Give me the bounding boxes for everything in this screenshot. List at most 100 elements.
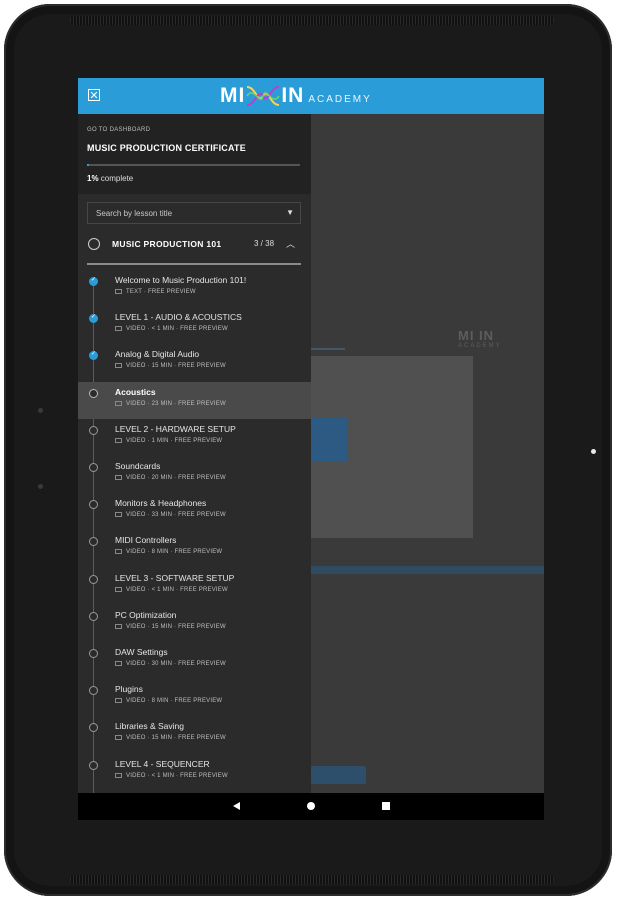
logo-text-left: MI <box>220 84 246 107</box>
lesson-title: PC Optimization <box>115 609 177 620</box>
bg-logo-sub: ACADEMY <box>458 343 502 349</box>
lesson-meta-text: TEXT · FREE PREVIEW <box>126 289 196 295</box>
video-icon <box>115 437 122 443</box>
lesson-title: LEVEL 2 - HARDWARE SETUP <box>115 423 236 434</box>
section-divider <box>87 263 301 265</box>
lesson-title: Monitors & Headphones <box>115 498 207 509</box>
lesson-status-dot-icon <box>89 649 98 658</box>
lesson-meta-text: VIDEO · 33 MIN · FREE PREVIEW <box>126 512 226 519</box>
lesson-item[interactable]: LEVEL 4 - SEQUENCER VIDEO · < 1 MIN · FRE… <box>78 754 311 791</box>
lesson-meta-text: VIDEO · 15 MIN · FREE PREVIEW <box>126 363 226 370</box>
lesson-title: Acoustics <box>115 386 156 397</box>
lesson-complete-icon <box>89 350 98 361</box>
lesson-status-dot-icon <box>89 463 98 472</box>
video-icon <box>115 363 122 369</box>
lesson-status-dot-icon <box>89 537 98 547</box>
lesson-meta-text: VIDEO · 8 MIN · FREE PREVIEW <box>126 698 223 705</box>
lesson-search-select[interactable]: Search by lesson title ▼ <box>87 202 301 224</box>
bg-logo: MI IN ACADEMY <box>458 328 502 349</box>
video-icon <box>115 698 122 704</box>
document-icon <box>115 289 122 294</box>
top-speaker-grille <box>70 16 554 25</box>
logo-academy: ACADEMY <box>308 93 372 105</box>
lesson-meta: VIDEO · 33 MIN · FREE PREVIEW <box>115 512 226 518</box>
video-icon <box>115 512 122 518</box>
lesson-status-dot-icon <box>89 611 98 621</box>
lesson-item[interactable]: Acoustics VIDEO · 23 MIN · FREE PREVIEW <box>78 381 311 419</box>
go-to-dashboard-link[interactable]: GO TO DASHBOARD <box>87 127 150 133</box>
lesson-item[interactable]: Monitors & Headphones VIDEO · 33 MIN · FR… <box>78 493 311 530</box>
completion-label: complete <box>98 174 134 183</box>
lesson-meta: VIDEO · < 1 MIN · FREE PREVIEW <box>115 586 228 593</box>
lesson-status-dot-icon <box>89 425 98 435</box>
lesson-meta: VIDEO · 15 MIN · FREE PREVIEW <box>115 623 226 630</box>
lesson-meta: VIDEO · 15 MIN · FREE PREVIEW <box>115 363 226 369</box>
lesson-item[interactable]: LEVEL 3 - SOFTWARE SETUP VIDEO · < 1 MIN … <box>78 568 311 605</box>
side-sensor-lower <box>38 484 43 489</box>
lesson-item[interactable]: Libraries & Saving VIDEO · 15 MIN · FREE … <box>78 716 311 753</box>
lesson-title: Soundcards <box>115 461 161 471</box>
lesson-item[interactable]: Soundcards VIDEO · 20 MIN · FREE PREVIEW <box>78 456 311 493</box>
lesson-title: LEVEL 4 - SEQUENCER <box>115 758 210 769</box>
lesson-title: Analog & Digital Audio <box>115 349 200 360</box>
video-icon <box>115 586 122 592</box>
video-icon <box>115 772 122 778</box>
lesson-meta: VIDEO · 30 MIN · FREE PREVIEW <box>115 661 226 667</box>
section-header[interactable]: MUSIC PRODUCTION 101 3 / 38 ︿ <box>78 232 311 262</box>
completion-percent: 1% <box>87 174 99 183</box>
lesson-meta-text: VIDEO · 15 MIN · FREE PREVIEW <box>126 623 226 630</box>
video-icon <box>115 549 122 555</box>
lesson-meta-text: VIDEO · 20 MIN · FREE PREVIEW <box>126 475 226 481</box>
course-progress-bar <box>87 164 300 166</box>
video-icon <box>115 623 122 629</box>
lesson-meta-text: VIDEO · 23 MIN · FREE PREVIEW <box>126 400 226 407</box>
lesson-item[interactable]: LEVEL 2 - HARDWARE SETUP VIDEO · 1 MIN · … <box>78 419 311 456</box>
lesson-meta-text: VIDEO · < 1 MIN · FREE PREVIEW <box>126 586 228 593</box>
course-progress-fill <box>87 164 90 166</box>
lesson-title: LEVEL 1 - AUDIO & ACOUSTICS <box>115 312 242 323</box>
completion-text: 1% complete <box>87 174 133 183</box>
video-icon <box>115 475 122 480</box>
lesson-title: Welcome to Music Production 101! <box>115 275 247 285</box>
lesson-meta: VIDEO · 23 MIN · FREE PREVIEW <box>115 400 226 407</box>
lesson-status-dot-icon <box>89 723 98 733</box>
lesson-meta-text: VIDEO · < 1 MIN · FREE PREVIEW <box>126 326 228 333</box>
lesson-title: Libraries & Saving <box>115 721 184 732</box>
dropdown-caret-icon: ▼ <box>286 208 294 217</box>
bg-thumbnail <box>311 418 347 462</box>
logo-text-right: IN <box>281 84 305 107</box>
lesson-item[interactable]: LEVEL 1 - AUDIO & ACOUSTICS VIDEO · < 1 M… <box>78 307 311 344</box>
close-icon[interactable]: ✕ <box>88 89 100 102</box>
device-screen: ✕ MI IN ACADEMY MI IN ACADEMY GO TO DASH… <box>78 78 544 820</box>
system-nav-bar <box>78 793 544 820</box>
bg-button <box>311 766 366 784</box>
lesson-item[interactable]: DAW Settings VIDEO · 30 MIN · FREE PREVIE… <box>78 642 311 679</box>
lesson-meta: VIDEO · 1 MIN · FREE PREVIEW <box>115 437 222 444</box>
home-icon[interactable] <box>307 802 315 810</box>
lesson-item[interactable]: Plugins VIDEO · 8 MIN · FREE PREVIEW <box>78 679 311 716</box>
lesson-item[interactable]: Welcome to Music Production 101! TEXT · F… <box>78 270 311 307</box>
lesson-item[interactable]: PC Optimization VIDEO · 15 MIN · FREE PRE… <box>78 605 311 642</box>
bottom-speaker-grille <box>70 875 554 884</box>
lesson-title: Plugins <box>115 684 143 695</box>
lesson-meta-text: VIDEO · 15 MIN · FREE PREVIEW <box>126 735 226 742</box>
lesson-title: LEVEL 3 - SOFTWARE SETUP <box>115 572 235 583</box>
course-header: GO TO DASHBOARD MUSIC PRODUCTION CERTIFI… <box>78 114 311 194</box>
recents-icon[interactable] <box>382 802 390 810</box>
back-icon[interactable] <box>233 802 240 810</box>
lesson-meta: VIDEO · 20 MIN · FREE PREVIEW <box>115 475 226 481</box>
lesson-meta: VIDEO · < 1 MIN · FREE PREVIEW <box>115 326 228 332</box>
lesson-status-dot-icon <box>89 500 98 510</box>
bg-accent-line <box>311 348 345 350</box>
course-title: MUSIC PRODUCTION CERTIFICATE <box>87 143 246 153</box>
brand-logo[interactable]: MI IN ACADEMY <box>220 84 372 108</box>
lesson-meta-text: VIDEO · < 1 MIN · FREE PREVIEW <box>126 772 228 779</box>
app-bar: ✕ MI IN ACADEMY <box>78 78 544 114</box>
lesson-meta: TEXT · FREE PREVIEW <box>115 289 196 295</box>
lesson-item[interactable]: Analog & Digital Audio VIDEO · 15 MIN · F… <box>78 344 311 381</box>
lesson-status-dot-icon <box>89 388 98 398</box>
side-sensor-upper <box>38 408 43 413</box>
chevron-up-icon[interactable]: ︿ <box>286 237 295 250</box>
video-icon <box>115 326 122 332</box>
lesson-item[interactable]: MIDI Controllers VIDEO · 8 MIN · FREE PRE… <box>78 530 311 567</box>
